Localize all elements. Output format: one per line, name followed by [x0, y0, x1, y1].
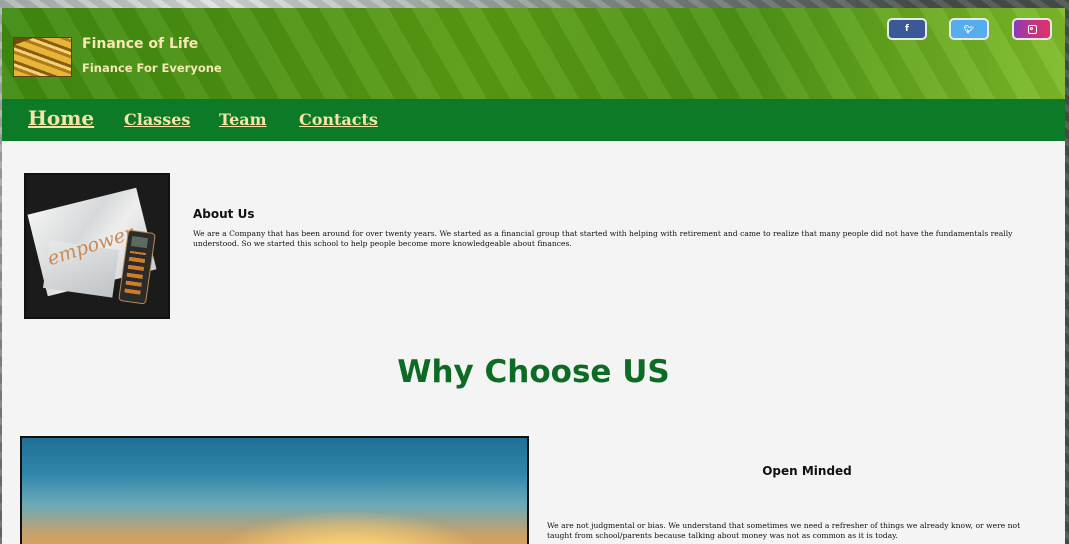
nav-home[interactable]: Home — [28, 97, 94, 139]
open-minded-text: We are not judgmental or bias. We unders… — [547, 521, 1021, 540]
main-nav: Home Classes Team Contacts — [2, 99, 1065, 141]
why-choose-heading: Why Choose US — [397, 354, 670, 390]
nav-contacts[interactable]: Contacts — [299, 99, 378, 141]
open-minded-heading: Open Minded — [762, 464, 852, 478]
nav-team[interactable]: Team — [219, 99, 267, 141]
instagram-icon — [1027, 24, 1037, 34]
page-container: Finance of Life Finance For Everyone f 🐦… — [2, 8, 1065, 544]
facebook-button[interactable]: f — [887, 18, 927, 40]
about-image: empower — [24, 173, 170, 319]
facebook-icon: f — [905, 24, 909, 34]
site-title: Finance of Life — [82, 36, 199, 52]
sunset-image — [20, 436, 529, 544]
twitter-button[interactable]: 🐦︎ — [949, 18, 989, 40]
gold-bars-logo[interactable] — [13, 37, 72, 77]
instagram-button[interactable] — [1012, 18, 1052, 40]
site-header: Finance of Life Finance For Everyone f 🐦… — [2, 8, 1065, 99]
site-tagline: Finance For Everyone — [82, 61, 222, 75]
twitter-icon: 🐦︎ — [963, 24, 975, 34]
nav-classes[interactable]: Classes — [124, 99, 190, 141]
about-heading: About Us — [193, 207, 255, 221]
about-text: We are a Company that has been around fo… — [193, 229, 1013, 248]
